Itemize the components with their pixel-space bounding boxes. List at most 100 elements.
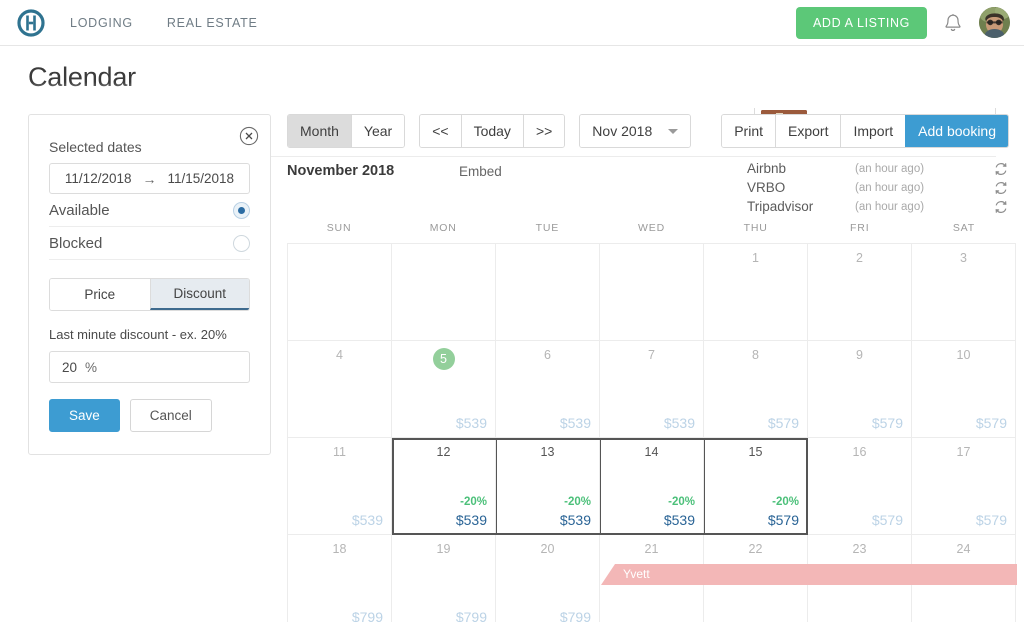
radio-blocked[interactable] [233, 235, 250, 252]
day-number: 22 [704, 542, 807, 556]
import-button[interactable]: Import [840, 115, 905, 147]
tab-discount[interactable]: Discount [150, 279, 250, 310]
channel-name-vrbo: VRBO [747, 180, 855, 195]
month-select-dropdown[interactable]: Nov 2018 [580, 115, 690, 147]
nav-link-lodging[interactable]: LODGING [70, 16, 133, 30]
nav-link-real-estate[interactable]: REAL ESTATE [167, 16, 258, 30]
channel-sync-list: Airbnb (an hour ago) VRBO (an hour ago) [747, 159, 1009, 216]
calendar-day-cell-2[interactable]: 2 [808, 244, 912, 341]
calendar-day-cell-3[interactable]: 3 [912, 244, 1016, 341]
weekday-header-wed: WED [599, 222, 703, 243]
calendar-day-cell-17[interactable]: 17 $579 [912, 438, 1016, 535]
view-year-button[interactable]: Year [351, 115, 404, 147]
day-number: 14 [600, 445, 703, 459]
calendar-day-cell-11[interactable]: 11$539 [288, 438, 392, 535]
day-number: 18 [288, 542, 391, 556]
day-price: $799 [352, 609, 383, 622]
save-button[interactable]: Save [49, 399, 120, 432]
primary-nav-links: LODGING REAL ESTATE [70, 16, 292, 30]
export-button[interactable]: Export [775, 115, 840, 147]
day-price: $579 [976, 415, 1007, 431]
calendar-day-cell-16[interactable]: 16$579 [808, 438, 912, 535]
day-number: 19 [392, 542, 495, 556]
calendar-day-cell-18[interactable]: 18 $799 [288, 535, 392, 622]
cancel-button[interactable]: Cancel [130, 399, 212, 432]
calendar-day-cell-empty[interactable] [288, 244, 392, 341]
calendar-day-cell-20[interactable]: 20$799 [496, 535, 600, 622]
month-select-value: Nov 2018 [592, 123, 652, 139]
option-label-blocked: Blocked [49, 235, 233, 252]
calendar-day-cell-empty[interactable] [496, 244, 600, 341]
next-period-button[interactable]: >> [523, 115, 564, 147]
calendar-day-cell-19[interactable]: 19 $799 [392, 535, 496, 622]
day-discount-badge: -20% [772, 496, 799, 508]
prev-period-button[interactable]: << [420, 115, 460, 147]
calendar-actions-group: Print Export Import Add booking [721, 114, 1009, 148]
channel-row-airbnb: Airbnb (an hour ago) [747, 159, 1009, 178]
day-price: $539 [664, 415, 695, 431]
top-navigation-bar: LODGING REAL ESTATE ADD A LISTING [0, 0, 1024, 46]
weekday-header-row: SUNMONTUEWEDTHUFRISAT [287, 222, 1016, 243]
today-indicator: 5 [433, 348, 455, 370]
day-number: 23 [808, 542, 911, 556]
discount-percent-value[interactable]: 20 [62, 360, 77, 375]
calendar-day-cell-5[interactable]: 5$539 [392, 341, 496, 438]
bell-icon[interactable] [943, 12, 963, 34]
day-number: 17 [912, 445, 1015, 459]
print-button[interactable]: Print [722, 115, 775, 147]
h-circle-logo-icon[interactable] [14, 6, 48, 40]
sync-icon[interactable] [993, 161, 1009, 177]
day-number: 3 [912, 251, 1015, 265]
view-month-button[interactable]: Month [288, 115, 351, 147]
day-price: $539 [456, 512, 487, 528]
day-number: 12 [392, 445, 495, 459]
calendar-day-cell-empty[interactable] [392, 244, 496, 341]
channel-synced-vrbo: (an hour ago) [855, 182, 993, 194]
date-start-value[interactable]: 11/12/2018 [65, 171, 132, 186]
today-button[interactable]: Today [461, 115, 523, 147]
day-price: $539 [560, 415, 591, 431]
calendar-day-cell-8[interactable]: 8$579 [704, 341, 808, 438]
channel-synced-tripadvisor: (an hour ago) [855, 201, 993, 213]
date-range-field[interactable]: 11/12/2018 → 11/15/2018 [49, 163, 250, 194]
weekday-header-sat: SAT [912, 222, 1016, 243]
day-discount-badge: -20% [564, 496, 591, 508]
day-number: 15 [704, 445, 807, 459]
sync-icon[interactable] [993, 180, 1009, 196]
arrow-right-icon: → [143, 171, 157, 187]
add-booking-button[interactable]: Add booking [905, 115, 1008, 147]
tab-price[interactable]: Price [50, 279, 150, 310]
calendar-day-cell-15[interactable]: 15-20%$579 [704, 438, 808, 535]
day-price: $799 [456, 609, 487, 622]
calendar-subheader: November 2018 Embed Airbnb (an hour ago) [287, 162, 1016, 218]
day-discount-badge: -20% [668, 496, 695, 508]
close-circle-icon[interactable] [239, 126, 259, 146]
calendar-day-cell-4[interactable]: 4 [288, 341, 392, 438]
calendar-day-cell-1[interactable]: 1 [704, 244, 808, 341]
calendar-day-cell-empty[interactable] [600, 244, 704, 341]
discount-percent-input[interactable]: 20 % [49, 351, 250, 383]
day-discount-badge: -20% [460, 496, 487, 508]
calendar-actions-wrap: Print Export Import Add booking [721, 114, 1009, 148]
user-avatar[interactable] [979, 7, 1010, 38]
date-end-value[interactable]: 11/15/2018 [168, 171, 235, 186]
sync-icon[interactable] [993, 199, 1009, 215]
date-nav-group: << Today >> [419, 114, 565, 148]
calendar-region: Month Year << Today >> Nov 2018 Print Ex… [287, 114, 1016, 622]
calendar-day-cell-7[interactable]: 7$539 [600, 341, 704, 438]
calendar-day-cell-9[interactable]: 9$579 [808, 341, 912, 438]
calendar-day-cell-13[interactable]: 13-20%$539 [496, 438, 600, 535]
calendar-day-cell-6[interactable]: 6$539 [496, 341, 600, 438]
booking-bar[interactable]: Yvett [601, 564, 1017, 585]
radio-available[interactable] [233, 202, 250, 219]
day-price: $579 [976, 512, 1007, 528]
day-number: 8 [704, 348, 807, 362]
availability-option-blocked[interactable]: Blocked [49, 227, 250, 260]
calendar-day-cell-10[interactable]: 10$579 [912, 341, 1016, 438]
current-month-label: November 2018 [287, 163, 394, 179]
calendar-day-cell-14[interactable]: 14-20%$539 [600, 438, 704, 535]
add-listing-button[interactable]: ADD A LISTING [796, 7, 927, 39]
calendar-day-cell-12[interactable]: 12 -20% $539 [392, 438, 496, 535]
embed-link[interactable]: Embed [459, 164, 502, 179]
availability-option-available[interactable]: Available [49, 194, 250, 227]
